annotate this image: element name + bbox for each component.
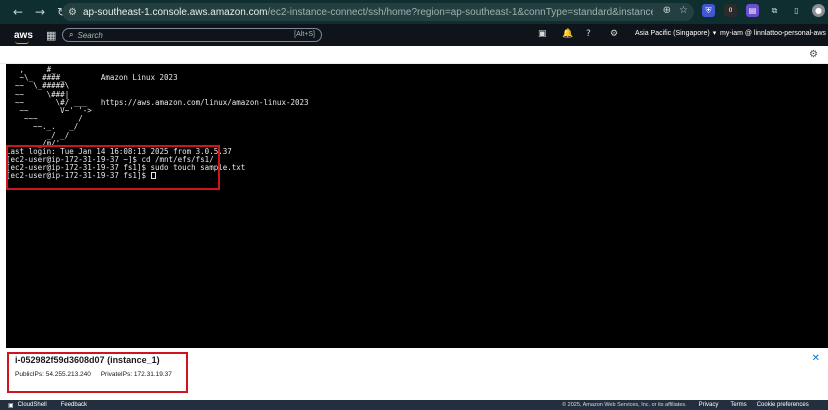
terminal-line: ~~._. _/	[6, 122, 79, 132]
public-ip-label: PublicIPs: 54.255.213.240	[15, 371, 91, 378]
search-icon: ⌕	[69, 30, 74, 39]
search-input[interactable]: ⌕ Search [Alt+S]	[62, 28, 322, 42]
profile-avatar[interactable]: ●	[812, 4, 825, 17]
url-text: ap-southeast-1.console.aws.amazon.com/ec…	[82, 6, 653, 18]
forward-arrow-icon[interactable]: →	[32, 4, 48, 20]
sidebar-toggle-icon[interactable]: ▯	[790, 4, 803, 17]
cloudshell-icon[interactable]: ▣	[538, 29, 547, 39]
terminal-console[interactable]: , #_ ~\_ ####_ Amazon Linux 2023 ~~ \_##…	[6, 64, 828, 348]
extensions-puzzle-icon[interactable]: ⧉	[768, 4, 781, 17]
site-info-icon[interactable]: ⚙	[68, 7, 77, 18]
instance-info-panel: i-052982f59d3608d07 (instance_1) PublicI…	[0, 348, 828, 400]
terminal-line: _/ _/	[6, 130, 70, 140]
terminal-line: ~~~ /	[6, 114, 83, 124]
bookmark-star-icon[interactable]: ☆	[679, 5, 688, 16]
instance-ips: PublicIPs: 54.255.213.240 PrivateIPs: 17…	[15, 371, 172, 378]
terminal-line: ~~ \_#####\	[6, 81, 70, 91]
notifications-bell-icon[interactable]: 🔔	[562, 29, 573, 39]
aws-top-nav: aws ▦ ⌕ Search [Alt+S] ▣ 🔔 ? ⚙ Asia Paci…	[0, 24, 828, 46]
console-footer: ▣ CloudShell Feedback © 2025, Amazon Web…	[0, 400, 828, 410]
address-bar[interactable]: ⚙ ap-southeast-1.console.aws.amazon.com/…	[62, 3, 694, 21]
footer-copyright: © 2025, Amazon Web Services, Inc. or its…	[562, 402, 687, 408]
close-icon[interactable]: ✕	[812, 353, 820, 364]
search-shortcut-hint: [Alt+S]	[294, 31, 315, 38]
region-selector[interactable]: Asia Pacific (Singapore) ▾	[635, 29, 717, 38]
extension-ruler-icon[interactable]: ▤	[746, 4, 759, 17]
extension-shield-icon[interactable]: ⛨	[702, 4, 715, 17]
terminal-line: ~~ \#/ ___ https://aws.amazon.com/linux/…	[6, 97, 309, 107]
footer-cloudshell-link[interactable]: CloudShell	[18, 402, 47, 408]
instance-title: i-052982f59d3608d07 (instance_1)	[15, 355, 160, 365]
connect-toolbar: ⚙	[0, 46, 828, 64]
account-menu[interactable]: my-iam @ linnlattoo-personal-aws ▾	[720, 29, 828, 37]
terminal-line: ~~ V~' '->	[6, 105, 92, 115]
browser-toolbar: ← → ↻ ⚙ ap-southeast-1.console.aws.amazo…	[0, 0, 828, 24]
settings-gear-icon[interactable]: ⚙	[610, 29, 618, 39]
highlight-annotation-box	[6, 145, 220, 190]
terminal-line: ~\_ ####_ Amazon Linux 2023	[6, 73, 178, 83]
chevron-down-icon: ▾	[712, 30, 717, 37]
cloudshell-icon[interactable]: ▣	[8, 402, 14, 409]
back-arrow-icon[interactable]: ←	[10, 4, 26, 20]
footer-cookie-link[interactable]: Cookie preferences	[757, 402, 809, 408]
zoom-icon[interactable]: ⊕	[663, 5, 671, 16]
services-grid-icon[interactable]: ▦	[46, 29, 56, 42]
footer-privacy-link[interactable]: Privacy	[699, 402, 719, 408]
footer-terms-link[interactable]: Terms	[730, 402, 746, 408]
footer-feedback-link[interactable]: Feedback	[61, 402, 87, 408]
help-icon[interactable]: ?	[586, 29, 591, 39]
private-ip-label: PrivateIPs: 172.31.19.37	[100, 371, 172, 378]
extension-badge-icon[interactable]: 0	[724, 4, 737, 17]
aws-logo[interactable]: aws	[14, 30, 33, 44]
terminal-settings-icon[interactable]: ⚙	[809, 49, 818, 60]
